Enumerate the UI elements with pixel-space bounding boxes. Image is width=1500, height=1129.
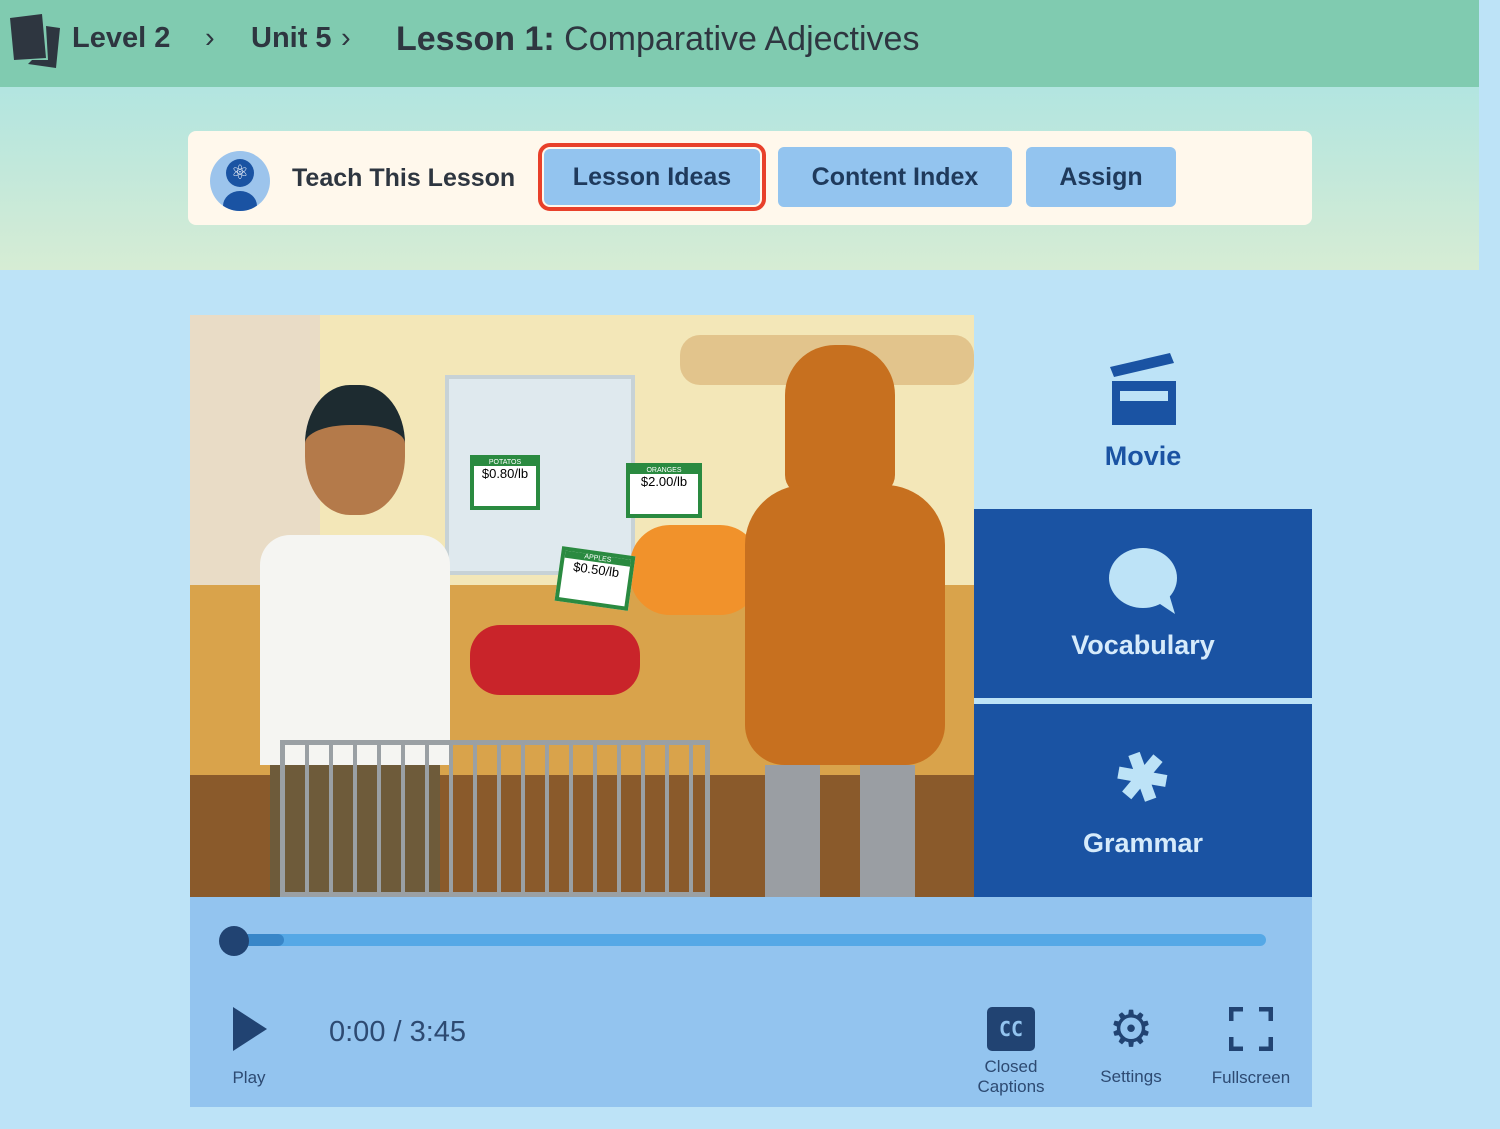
speech-bubble-icon — [1109, 548, 1177, 614]
tag-price: $0.80/lb — [481, 466, 529, 481]
apples — [470, 625, 640, 695]
tag-title: ORANGES — [630, 467, 698, 474]
puzzle-piece-icon: ✱ — [1105, 735, 1181, 821]
settings-button[interactable]: ⚙ Settings — [1090, 1001, 1172, 1087]
lesson-number: Lesson 1: — [396, 20, 555, 58]
vocabulary-label: Vocabulary — [1071, 630, 1215, 660]
lesson-toolbar: ⚛ Teach This Lesson Lesson Ideas Content… — [188, 131, 1312, 225]
page-title: Lesson 1: Comparative Adjectives — [396, 20, 919, 59]
moby-robot-character — [730, 345, 970, 897]
clapperboard-icon — [1110, 352, 1176, 425]
cart — [280, 740, 710, 897]
lesson-title: Comparative Adjectives — [564, 20, 920, 58]
gear-icon: ⚙ — [1108, 1001, 1154, 1057]
cc-icon: CC — [987, 1007, 1035, 1051]
vocabulary-tab[interactable]: Vocabulary — [974, 509, 1312, 698]
closed-captions-button[interactable]: CC Closed Captions — [966, 1007, 1056, 1097]
price-tag: POTATOS $0.80/lb — [470, 455, 540, 510]
video-controls: Play 0:00 / 3:45 CC Closed Captions ⚙ Se… — [190, 897, 1312, 1107]
time-display: 0:00 / 3:45 — [329, 1016, 467, 1048]
tag-price: $2.00/lb — [640, 474, 688, 489]
breadcrumb-level[interactable]: Level 2 — [72, 22, 170, 55]
play-label: Play — [232, 1068, 266, 1087]
fullscreen-label: Fullscreen — [1211, 1068, 1291, 1087]
teach-this-lesson-label: Teach This Lesson — [292, 164, 516, 192]
price-tag: ORANGES $2.00/lb — [626, 463, 702, 518]
teacher-avatar-icon: ⚛ — [210, 151, 270, 211]
cc-label: Closed Captions — [977, 1057, 1045, 1096]
play-button[interactable]: Play — [220, 1007, 278, 1088]
progress-bar[interactable] — [228, 934, 1266, 946]
chevron-right-icon: › — [205, 22, 215, 54]
price-tag: APPLES $0.50/lb — [554, 546, 636, 611]
chevron-right-icon: › — [341, 22, 351, 54]
settings-label: Settings — [1100, 1067, 1162, 1086]
grammar-label: Grammar — [1082, 828, 1204, 858]
progress-handle[interactable] — [219, 926, 249, 956]
grammar-tab[interactable]: ✱ Grammar — [974, 704, 1312, 897]
video-frame[interactable]: POTATOS $0.80/lb ORANGES $2.00/lb APPLES $0… — [190, 315, 974, 897]
content-index-button[interactable]: Content Index — [778, 147, 1012, 207]
brainpop-logo-icon[interactable] — [8, 14, 62, 70]
play-icon — [233, 1007, 267, 1051]
lesson-ideas-button[interactable]: Lesson Ideas — [538, 143, 766, 211]
tag-title: POTATOS — [474, 459, 536, 466]
header: Level 2 › Unit 5 › Lesson 1: Comparative… — [0, 0, 1479, 87]
fullscreen-button[interactable]: Fullscreen — [1205, 1006, 1297, 1088]
movie-label: Movie — [1104, 440, 1182, 471]
breadcrumb-unit[interactable]: Unit 5 — [251, 22, 332, 55]
movie-tab[interactable]: Movie — [974, 315, 1312, 509]
assign-button[interactable]: Assign — [1026, 147, 1176, 207]
fullscreen-icon — [1228, 1006, 1274, 1052]
